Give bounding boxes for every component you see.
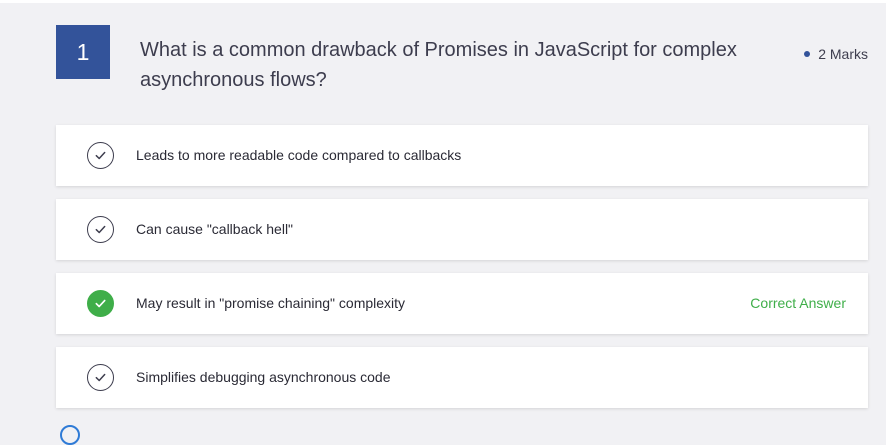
answer-option-1[interactable]: Leads to more readable code compared to … [56,125,868,186]
check-circle-filled-icon [87,290,114,317]
answer-option-2[interactable]: Can cause "callback hell" [56,199,868,260]
answer-option-label: Leads to more readable code compared to … [136,147,462,163]
marks-indicator: 2 Marks [804,46,868,62]
check-circle-icon [87,142,114,169]
marks-label: 2 Marks [818,46,868,62]
answer-option-4[interactable]: Simplifies debugging asynchronous code [56,347,868,408]
question-number-badge: 1 [56,25,110,79]
top-divider [0,0,886,3]
answer-option-3[interactable]: May result in "promise chaining" complex… [56,273,868,334]
answer-option-label: Can cause "callback hell" [136,221,294,237]
info-circle-icon [60,425,80,445]
answer-option-label: May result in "promise chaining" complex… [136,295,406,311]
answer-option-label: Simplifies debugging asynchronous code [136,369,391,385]
question-text: What is a common drawback of Promises in… [140,39,737,91]
question-number: 1 [76,38,90,65]
check-circle-icon [87,364,114,391]
check-circle-icon [87,216,114,243]
correct-answer-tag: Correct Answer [750,295,846,311]
marks-dot-icon [804,51,811,57]
